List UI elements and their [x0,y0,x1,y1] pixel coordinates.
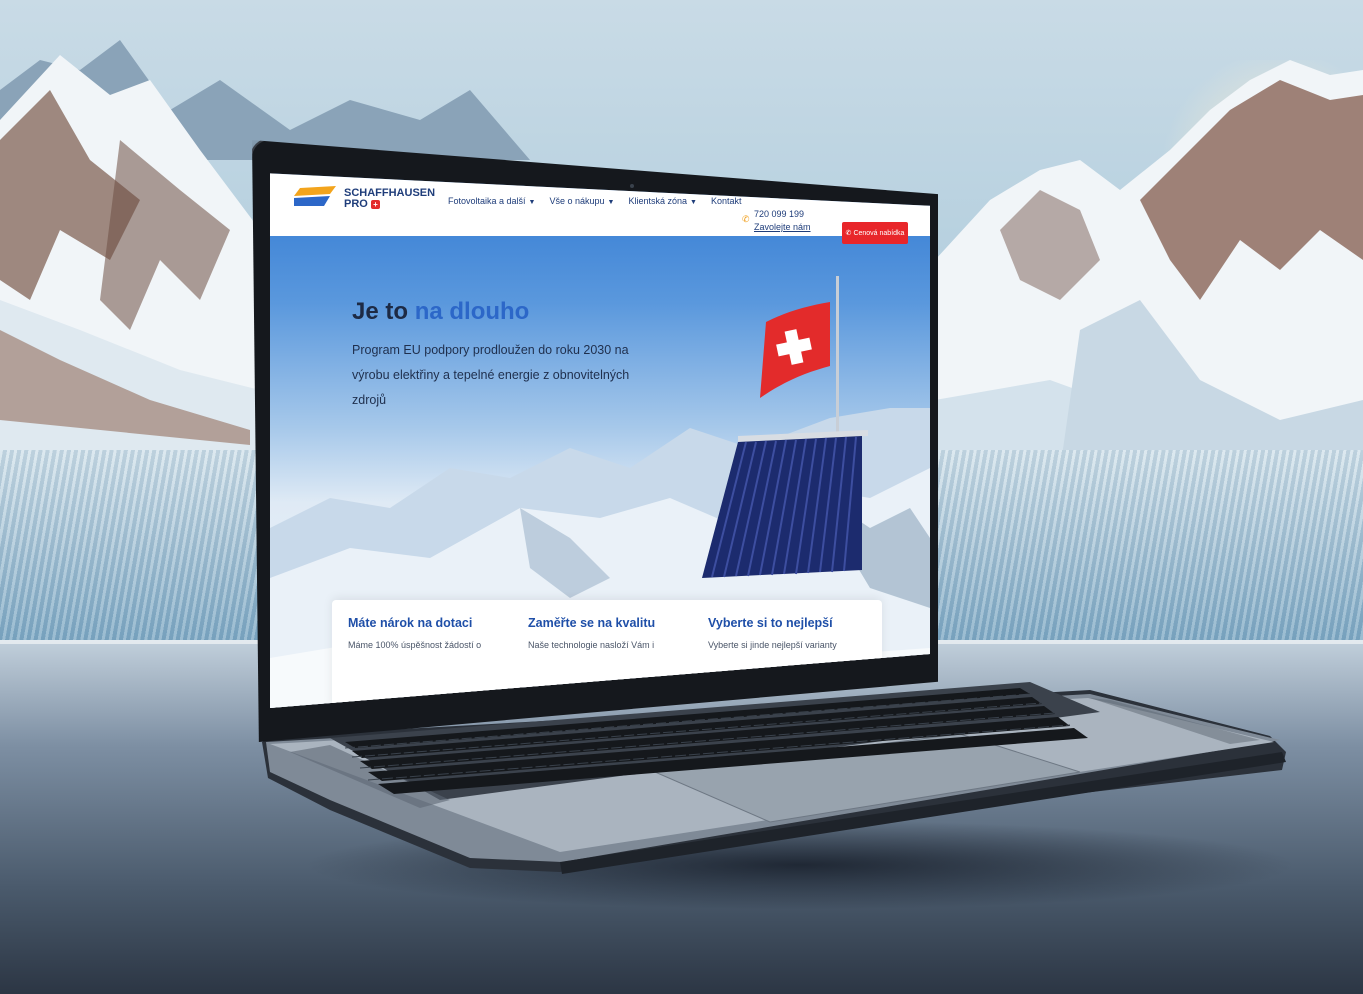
webcam [630,184,634,188]
nav-item-vse-o-nakupu[interactable]: Vše o nákupu ▼ [549,196,614,206]
price-quote-button[interactable]: ✆ Cenová nabídka [842,222,908,244]
feature-card-quality[interactable]: Zaměřte se na kvalitu Naše technologie n… [528,616,698,650]
chevron-down-icon: ▼ [690,199,697,206]
swiss-cross-icon: + [370,199,380,209]
feature-card-best[interactable]: Vyberte si to nejlepší Vyberte si jinde … [708,616,878,650]
feature-card-subsidy[interactable]: Máte nárok na dotaci Máme 100% úspěšnost… [348,616,518,650]
call-us-link[interactable]: Zavolejte nám [754,221,811,234]
hero-title: Je to na dlouho [352,298,530,325]
nav-item-kontakt[interactable]: Kontakt [711,196,742,206]
phone-icon: ✆ [742,214,750,224]
solar-collector-image [702,430,868,578]
nav-item-fotovoltaika[interactable]: Fotovoltaika a další ▼ [448,196,535,206]
swiss-flag-icon [760,302,830,398]
chevron-down-icon: ▼ [528,199,536,206]
phone-number: 720 099 199 [754,209,805,219]
brand-suffix: PRO [344,198,368,210]
chevron-down-icon: ▼ [607,199,615,206]
phone-contact[interactable]: 720 099 199 Zavolejte nám [754,208,811,234]
brand-logo-text[interactable]: SCHAFFHAUSEN PRO + [344,188,435,210]
main-nav: Fotovoltaika a další ▼ Vše o nákupu ▼ Klie… [448,196,741,206]
chat-icon: ✆ [845,230,852,237]
hero-subtitle: Program EU podpory prodloužen do roku 20… [352,343,630,407]
brand-logo-icon[interactable] [294,184,336,208]
laptop-screen: SCHAFFHAUSEN PRO + Fotovoltaika a další ▼… [270,173,930,708]
nav-item-klientska-zona[interactable]: Klientská zóna ▼ [628,196,696,206]
